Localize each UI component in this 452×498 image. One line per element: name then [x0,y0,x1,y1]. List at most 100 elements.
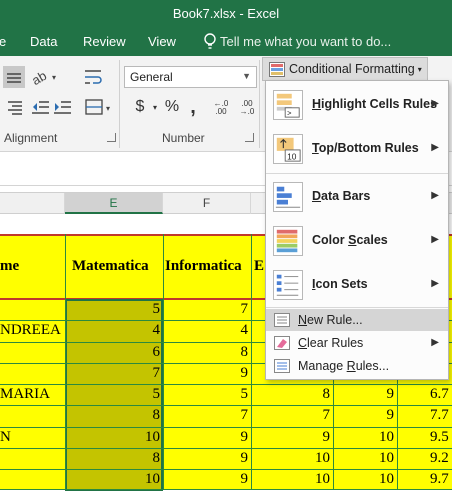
cell-i[interactable]: 9.5 [430,429,452,446]
menu-item-manage-rules[interactable]: Manage Rules... [266,355,448,377]
chevron-down-icon[interactable]: ▾ [150,100,160,114]
cell-e[interactable]: 10 [66,429,160,446]
cell-g[interactable]: 10 [252,450,330,467]
tab-view[interactable]: View [148,34,176,49]
header-cell-g[interactable]: E [254,258,264,275]
svg-text:ab: ab [30,68,49,88]
currency-button[interactable]: $ [128,96,152,118]
conditional-formatting-button[interactable]: Conditional Formatting ▾ [262,57,428,81]
menu-item-label: Top/Bottom Rules [312,141,419,155]
ribbon-tab-bar: e Data Review View Tell me what you want… [0,28,452,56]
alignment-launcher-icon[interactable] [107,133,116,142]
conditional-formatting-label: Conditional Formatting [289,62,415,76]
tab-data[interactable]: Data [30,34,57,49]
cell-e[interactable]: 4 [66,322,161,339]
cell-i[interactable]: 9.2 [430,450,452,467]
column-header-d[interactable] [0,193,65,214]
cell-g[interactable]: 7 [252,407,331,424]
cell-e[interactable]: 8 [66,407,161,424]
cell-f[interactable]: 9 [164,450,249,467]
gridline [0,427,452,428]
cell-g[interactable]: 8 [252,386,331,403]
conditional-formatting-icon [269,62,285,77]
menu-separator [266,173,448,174]
tab-partial[interactable]: e [0,34,6,49]
header-cell-matematica[interactable]: Matematica [72,258,149,275]
menu-item-label: Color Scales [312,233,388,247]
align-bottom-icon[interactable] [3,66,25,88]
menu-item-new-rule[interactable]: New Rule... [266,309,448,331]
menu-item-top-bottom-rules[interactable]: 10 Top/Bottom Rules ▶ [266,127,448,171]
cell-h[interactable]: 10 [334,429,394,446]
menu-item-label: Clear Rules [298,336,364,350]
decrease-indent-icon[interactable] [30,99,50,115]
number-format-value: General [130,70,173,84]
align-right-icon[interactable] [6,99,24,115]
cell-h[interactable]: 9 [334,386,395,403]
cell-f[interactable]: 7 [164,301,249,318]
number-launcher-icon[interactable] [245,133,254,142]
menu-item-label: Icon Sets [312,277,368,291]
menu-item-label: Data Bars [312,189,371,203]
increase-decimal-button[interactable]: ←.0 .00 [210,98,232,118]
percent-button[interactable]: % [162,96,182,118]
window-title: Book7.xlsx - Excel [172,6,280,21]
cell-g[interactable]: 9 [252,429,331,446]
decrease-decimal-button[interactable]: .00 →.0 [236,98,258,118]
chevron-down-icon: ▾ [417,64,422,74]
chevron-right-icon: ▶ [431,98,439,109]
name-cell[interactable]: MARIA [0,386,64,403]
title-bar: Book7.xlsx - Excel [0,0,452,28]
menu-item-highlight-cells-rules[interactable]: > Highlight Cells Rules ▶ [266,83,448,127]
comma-style-button[interactable]: , [185,96,201,118]
cell-h[interactable]: 10 [334,471,394,488]
cell-e[interactable]: 5 [66,301,161,318]
group-separator [259,60,260,148]
menu-item-label: Highlight Cells Rules [312,97,438,111]
cell-e[interactable]: 5 [66,386,161,403]
merge-center-icon[interactable]: ▾ [84,97,114,117]
data-bars-icon [273,182,303,212]
column-header-f[interactable]: F [163,193,251,214]
cell-e[interactable]: 10 [66,471,160,488]
menu-item-icon-sets[interactable]: Icon Sets ▶ [266,263,448,307]
cell-h[interactable]: 10 [334,450,394,467]
highlight-cells-icon: > [273,90,303,120]
column-header-e[interactable]: E [65,193,163,214]
eraser-icon [274,336,290,350]
cell-f[interactable]: 7 [164,407,249,424]
menu-item-color-scales[interactable]: Color Scales ▶ [266,219,448,263]
cell-f[interactable]: 9 [164,365,249,382]
cell-e[interactable]: 6 [66,344,161,361]
cell-f[interactable]: 4 [164,322,249,339]
cell-h[interactable]: 9 [334,407,395,424]
menu-item-data-bars[interactable]: Data Bars ▶ [266,175,448,219]
menu-separator [266,307,448,308]
group-separator [119,60,120,148]
increase-indent-icon[interactable] [52,99,72,115]
header-cell-informatica[interactable]: Informatica [165,258,242,275]
tab-review[interactable]: Review [83,34,126,49]
cell-i[interactable]: 9.7 [430,471,452,488]
tell-me-input[interactable]: Tell me what you want to do... [220,34,391,49]
name-cell[interactable]: N [0,429,64,446]
cell-f[interactable]: 5 [164,386,249,403]
cell-g[interactable]: 10 [252,471,330,488]
name-cell[interactable]: NDREEA [0,322,64,339]
menu-item-label: Manage Rules... [298,359,390,373]
header-cell-name[interactable]: me [0,258,19,275]
gridline [0,489,452,490]
orientation-icon[interactable]: ab ▾ [30,66,60,88]
cell-f[interactable]: 9 [164,471,249,488]
cell-e[interactable]: 8 [66,450,161,467]
cell-f[interactable]: 8 [164,344,249,361]
cell-f[interactable]: 9 [164,429,249,446]
menu-item-clear-rules[interactable]: Clear Rules ▶ [266,332,448,354]
cell-e[interactable]: 7 [66,365,161,382]
chevron-right-icon: ▶ [431,278,439,289]
number-format-select[interactable]: General ▼ [124,66,257,88]
alignment-group-label: Alignment [4,131,58,145]
cell-i[interactable]: 6.7 [430,386,452,403]
wrap-text-icon[interactable] [82,66,104,88]
cell-i[interactable]: 7.7 [430,407,452,424]
